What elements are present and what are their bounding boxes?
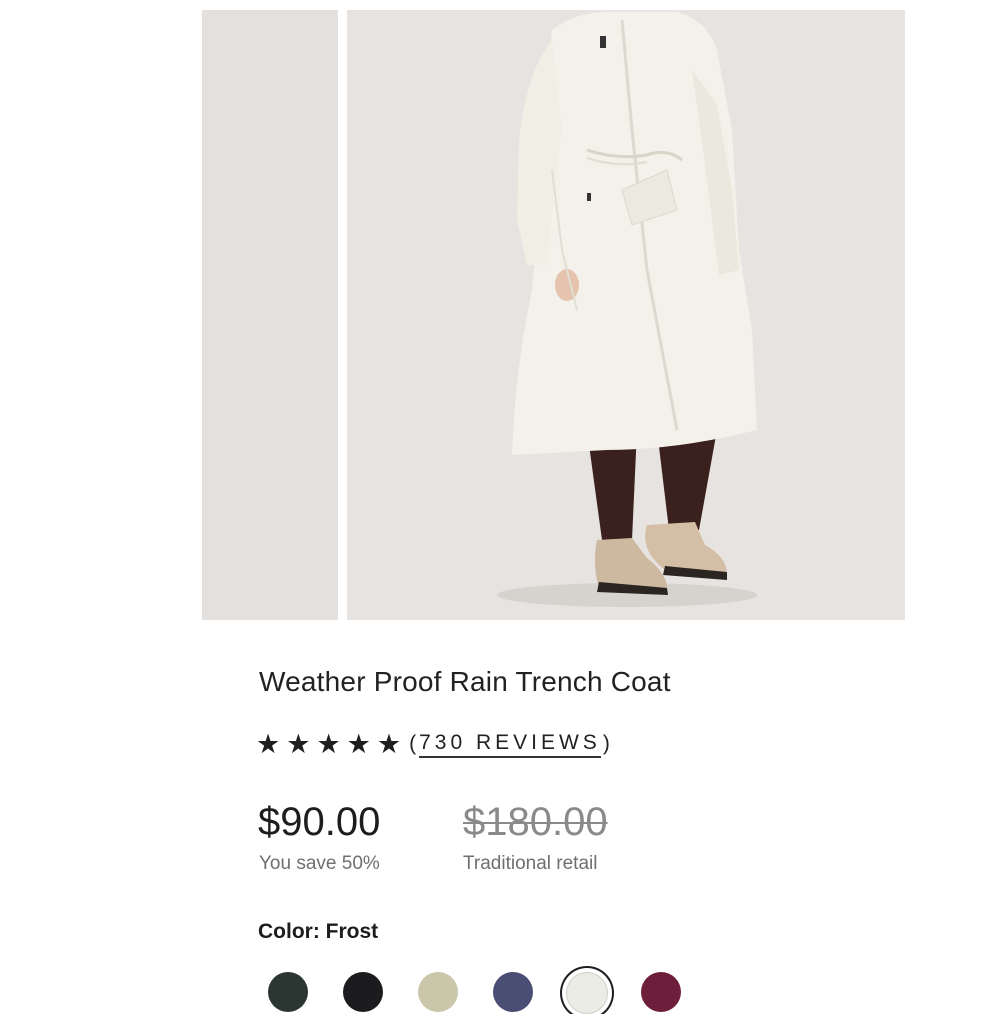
reviews-paren-open: ( xyxy=(409,732,420,755)
star-icon: ★ xyxy=(376,729,402,759)
original-price-label: Traditional retail xyxy=(463,853,598,874)
savings-text: You save 50% xyxy=(259,853,380,874)
star-icon: ★ xyxy=(256,729,281,759)
gallery-thumbnail[interactable] xyxy=(202,10,338,620)
original-price: $180.00 xyxy=(463,800,608,844)
sale-price: $90.00 xyxy=(258,800,381,844)
color-swatch-selected[interactable] xyxy=(566,972,608,1014)
color-swatch[interactable] xyxy=(343,972,383,1012)
color-swatch[interactable] xyxy=(268,972,308,1012)
color-swatch[interactable] xyxy=(418,972,458,1012)
star-icon: ★ xyxy=(346,729,371,759)
product-title: Weather Proof Rain Trench Coat xyxy=(259,666,671,697)
product-rating: ★ ★ ★ ★ ★ ( 730 REVIEWS ) xyxy=(256,729,613,759)
reviews-link[interactable]: 730 REVIEWS xyxy=(419,731,601,758)
product-gallery xyxy=(202,10,905,620)
star-icon: ★ xyxy=(286,729,311,759)
color-swatch[interactable] xyxy=(493,972,533,1012)
model-in-coat-illustration xyxy=(347,10,905,620)
star-icon: ★ xyxy=(316,729,341,759)
star-rating: ★ ★ ★ ★ ★ xyxy=(256,729,401,759)
product-main-image[interactable] xyxy=(347,10,905,620)
reviews-paren-close: ) xyxy=(602,732,613,755)
color-label: Color: Frost xyxy=(258,920,379,943)
color-swatch[interactable] xyxy=(641,972,681,1012)
